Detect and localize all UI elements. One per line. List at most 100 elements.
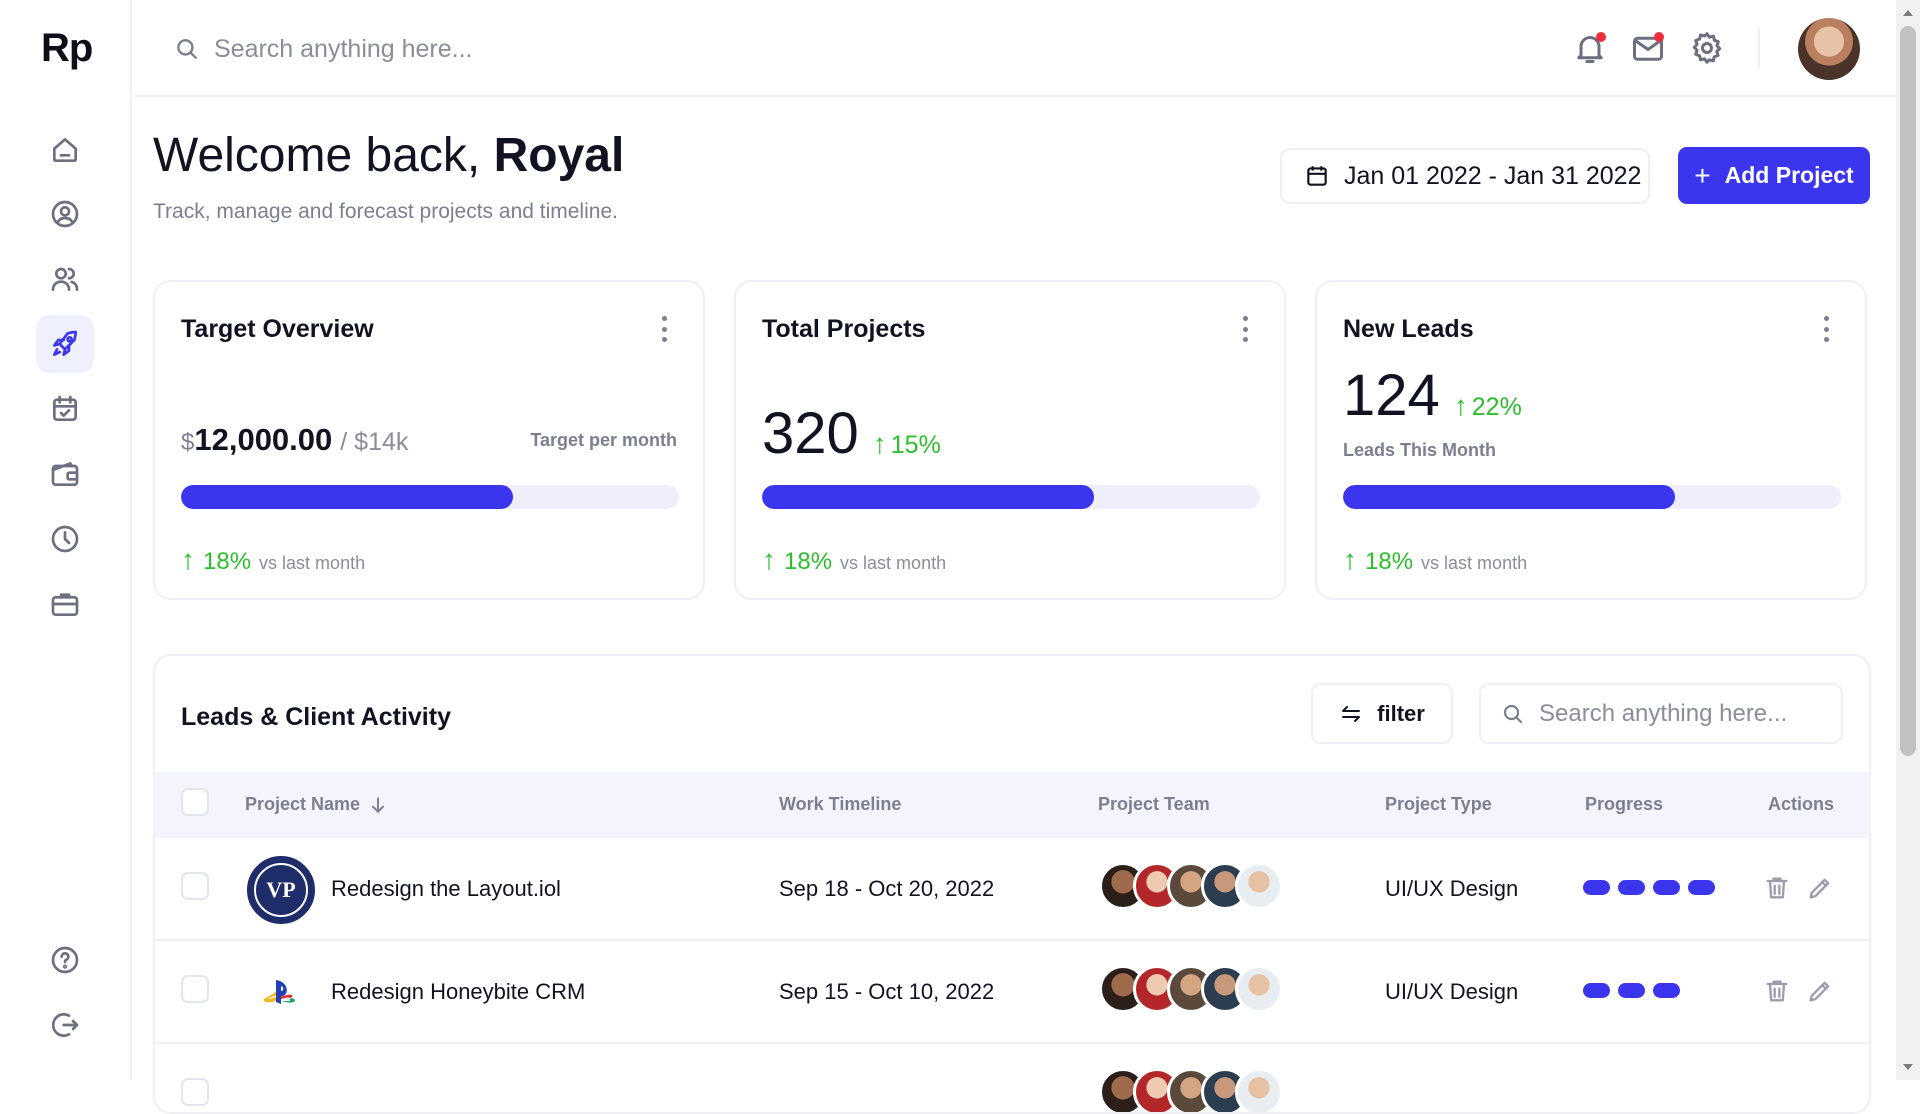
target-amount: $ 12,000.00 / $14k [181, 422, 409, 457]
card-title: Target Overview [181, 315, 374, 343]
work-timeline: Sep 18 - Oct 20, 2022 [779, 876, 995, 901]
user-name: Royal [493, 129, 625, 182]
more-menu-icon[interactable] [1240, 316, 1250, 342]
notification-dot [1596, 32, 1606, 42]
avatar [1235, 965, 1283, 1013]
sidebar-item-help[interactable] [36, 931, 94, 989]
date-range-picker[interactable]: Jan 01 2022 - Jan 31 2022 [1280, 148, 1650, 204]
project-team-avatars [1099, 862, 1283, 914]
filter-button[interactable]: filter [1311, 683, 1453, 744]
sidebar-item-portfolio[interactable] [36, 575, 94, 633]
page-title: Welcome back, Royal [153, 129, 625, 182]
activity-search[interactable] [1479, 683, 1843, 744]
target-progress-bar [181, 485, 679, 509]
row-checkbox[interactable] [181, 872, 209, 900]
notifications-button[interactable] [1572, 30, 1608, 66]
delete-button[interactable] [1763, 874, 1791, 902]
progress-indicator [1583, 880, 1715, 895]
arrow-up-icon: ↑ [1453, 390, 1468, 421]
progress-segment [1618, 880, 1645, 895]
user-circle-icon [51, 200, 79, 228]
messages-button[interactable] [1630, 30, 1666, 66]
pencil-icon [1809, 878, 1830, 899]
page-scrollbar[interactable] [1896, 0, 1920, 1080]
progress-segment [1653, 983, 1680, 998]
section-title: Leads & Client Activity [181, 703, 451, 731]
column-progress: Progress [1585, 794, 1664, 814]
project-team-avatars [1099, 965, 1283, 1017]
leads-client-activity: Leads & Client Activity filter Project N… [153, 654, 1871, 1114]
add-project-label: Add Project [1724, 162, 1854, 188]
help-icon [51, 946, 79, 974]
topbar-divider [1758, 28, 1760, 68]
table-header: Project Name Work Timeline Project Team … [155, 772, 1869, 838]
project-type: UI/UX Design [1385, 979, 1519, 1004]
sidebar-item-projects[interactable] [36, 315, 94, 373]
message-dot [1654, 32, 1664, 42]
column-project-team: Project Team [1098, 794, 1210, 814]
progress-segment [1618, 983, 1645, 998]
top-search[interactable] [174, 26, 594, 72]
settings-button[interactable] [1689, 30, 1725, 66]
more-menu-icon[interactable] [1821, 316, 1831, 342]
filter-icon [1342, 705, 1361, 722]
search-icon [1503, 704, 1523, 723]
progress-segment [1583, 880, 1610, 895]
scroll-down-arrow-icon[interactable] [1903, 1064, 1913, 1070]
logout-icon [51, 1013, 79, 1037]
edit-button[interactable] [1806, 874, 1834, 902]
progress-segment [1688, 880, 1715, 895]
more-menu-icon[interactable] [659, 316, 669, 342]
gear-icon [1692, 32, 1722, 64]
page-subtitle: Track, manage and forecast projects and … [153, 200, 618, 223]
sidebar-item-history[interactable] [36, 510, 94, 568]
seal-logo-icon: VP [247, 856, 315, 924]
project-name: Redesign Honeybite CRM [331, 979, 586, 1004]
filter-label: filter [1377, 700, 1425, 726]
home-icon [53, 138, 77, 162]
delete-button[interactable] [1763, 977, 1791, 1005]
edit-button[interactable] [1806, 977, 1834, 1005]
plus-icon: + [1694, 159, 1711, 191]
column-project-name[interactable]: Project Name [245, 794, 388, 815]
user-avatar[interactable] [1798, 18, 1860, 80]
pencil-icon [1809, 981, 1830, 1002]
target-per-month-label: Target per month [530, 430, 677, 450]
table-row[interactable]: VP Redesign the Layout.iol Sep 18 - Oct … [155, 838, 1869, 941]
clock-icon [51, 525, 79, 553]
trash-icon [1766, 980, 1788, 1002]
table-row[interactable] [155, 1044, 1869, 1112]
rocket-icon [53, 330, 77, 356]
row-checkbox[interactable] [181, 975, 209, 1003]
project-type: UI/UX Design [1385, 876, 1519, 901]
select-all-checkbox[interactable] [181, 788, 209, 816]
top-search-input[interactable] [214, 34, 574, 64]
add-project-button[interactable]: + Add Project [1678, 147, 1870, 204]
sidebar-item-team[interactable] [36, 250, 94, 308]
target-delta: ↑ 18% vs last month [181, 544, 366, 575]
projects-progress-bar [762, 485, 1260, 509]
new-leads-value: 124 ↑ 22% [1343, 363, 1522, 428]
arrow-down-icon [372, 796, 385, 813]
column-project-type: Project Type [1385, 794, 1492, 814]
activity-search-input[interactable] [1539, 699, 1829, 728]
table-row[interactable]: Redesign Honeybite CRM Sep 15 - Oct 10, … [155, 941, 1869, 1044]
sidebar-item-profile[interactable] [36, 185, 94, 243]
sidebar-item-home[interactable] [36, 121, 94, 179]
search-icon [177, 39, 197, 59]
row-checkbox[interactable] [181, 1078, 209, 1106]
arrow-up-icon: ↑ [1343, 544, 1357, 575]
scrollbar-thumb[interactable] [1900, 26, 1916, 756]
scroll-up-arrow-icon[interactable] [1903, 10, 1913, 16]
sidebar-item-calendar[interactable] [36, 380, 94, 438]
card-title: New Leads [1343, 315, 1474, 343]
sidebar-item-logout[interactable] [36, 996, 94, 1054]
users-icon [51, 267, 79, 291]
project-team-avatars [1099, 1068, 1283, 1112]
sidebar-item-wallet[interactable] [36, 445, 94, 503]
brand-logo[interactable]: Rp [41, 26, 93, 71]
progress-indicator [1583, 983, 1680, 998]
total-projects-card: Total Projects 320 ↑ 15% ↑ 18% vs last mo… [734, 280, 1286, 600]
avatar [1235, 862, 1283, 910]
calendar-check-icon [53, 395, 77, 421]
